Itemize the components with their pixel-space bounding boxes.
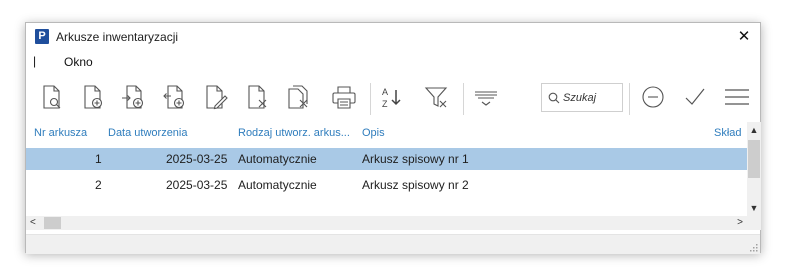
filter-icon[interactable]: [422, 82, 452, 112]
status-bar: [26, 234, 760, 254]
table-row[interactable]: 2 2025-03-25 Automatycznie Arkusz spisow…: [26, 174, 747, 196]
collapse-icon[interactable]: [638, 82, 668, 112]
cell-rodzaj: Automatycznie: [238, 178, 317, 192]
toolbar-separator: [629, 83, 630, 115]
scroll-down-arrow-icon[interactable]: ▼: [747, 202, 761, 214]
horizontal-scrollbar[interactable]: < >: [26, 216, 747, 230]
search-input[interactable]: [563, 89, 621, 106]
document-delete-icon[interactable]: [242, 82, 272, 112]
cell-nr: 2: [95, 178, 102, 192]
table-row[interactable]: 1 2025-03-25 Automatycznie Arkusz spisow…: [26, 148, 747, 170]
document-search-icon[interactable]: [37, 82, 67, 112]
menu-icon[interactable]: [722, 82, 752, 112]
search-icon: [548, 92, 560, 104]
menu-separator: |: [33, 54, 37, 68]
menu-item-okno[interactable]: Okno: [64, 55, 93, 69]
sheets-table: Nr arkusza Data utworzenia Rodzaj utworz…: [26, 122, 747, 216]
window-title: Arkusze inwentaryzacji: [56, 30, 179, 44]
toolbar-separator: [463, 83, 464, 115]
sort-az-icon[interactable]: A Z: [376, 82, 406, 112]
toolbar: A Z: [26, 74, 760, 120]
document-export-add-icon[interactable]: [159, 82, 189, 112]
scroll-right-arrow-icon[interactable]: >: [737, 216, 743, 230]
scroll-up-arrow-icon[interactable]: ▲: [747, 124, 761, 136]
cell-opis: Arkusz spisowy nr 1: [362, 152, 469, 166]
inventory-sheets-window: P Arkusze inwentaryzacji ✕ | Okno A Z Sz…: [25, 22, 761, 254]
group-icon[interactable]: [471, 82, 501, 112]
cell-rodzaj: Automatycznie: [238, 152, 317, 166]
menu-bar: | Okno: [26, 53, 760, 71]
document-copy-delete-icon[interactable]: [283, 82, 313, 112]
column-header-nr-arkusza[interactable]: Nr arkusza: [34, 127, 87, 139]
column-header-sklad[interactable]: Skład: [714, 127, 742, 139]
vertical-scroll-thumb[interactable]: [748, 140, 760, 178]
column-header-data-utworzenia[interactable]: Data utworzenia: [108, 127, 188, 139]
horizontal-scroll-thumb[interactable]: [44, 217, 61, 229]
approve-icon[interactable]: [680, 82, 710, 112]
close-button[interactable]: ✕: [728, 23, 760, 51]
sort-letter-z: Z: [382, 99, 388, 109]
column-header-rodzaj[interactable]: Rodzaj utworz. arkus...: [238, 127, 350, 139]
scroll-left-arrow-icon[interactable]: <: [30, 216, 36, 230]
cell-nr: 1: [95, 152, 102, 166]
cell-opis: Arkusz spisowy nr 2: [362, 178, 469, 192]
column-header-opis[interactable]: Opis: [362, 127, 385, 139]
title-bar[interactable]: P Arkusze inwentaryzacji ✕: [26, 23, 760, 51]
vertical-scrollbar[interactable]: ▲ ▼: [747, 122, 761, 216]
scrollbar-corner: [747, 216, 761, 230]
document-import-add-icon[interactable]: [118, 82, 148, 112]
resize-grip-icon[interactable]: [748, 242, 758, 252]
app-logo-icon: P: [35, 29, 49, 44]
toolbar-separator: [370, 83, 371, 115]
print-icon[interactable]: [329, 82, 359, 112]
search-box[interactable]: [541, 83, 623, 112]
cell-data: 2025-03-25: [166, 152, 228, 166]
document-edit-icon[interactable]: [200, 82, 230, 112]
document-add-icon[interactable]: [78, 82, 108, 112]
sort-letter-a: A: [382, 87, 388, 97]
cell-data: 2025-03-25: [166, 178, 228, 192]
